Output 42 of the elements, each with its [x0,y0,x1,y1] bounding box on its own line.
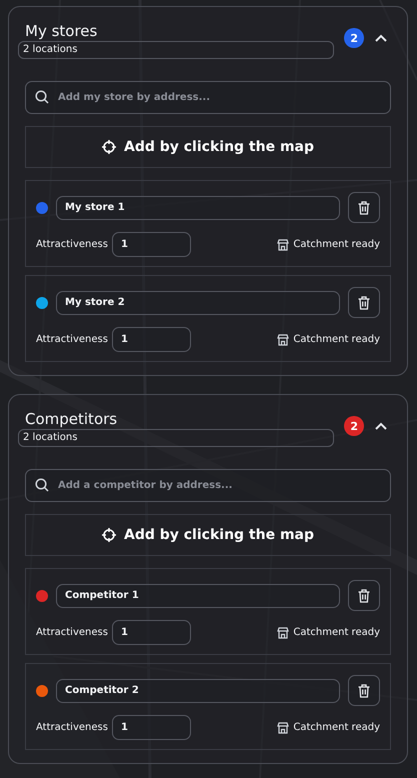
search-icon [35,90,49,104]
catchment-status: Catchment ready [293,239,380,250]
delete-button[interactable] [348,287,380,318]
trash-icon [358,588,370,602]
crosshair-icon [102,140,116,154]
store-icon [277,722,290,734]
delete-button[interactable] [348,580,380,611]
trash-icon [358,684,370,698]
attractiveness-field[interactable]: 1 [112,715,191,740]
chevron-icon [375,422,387,430]
attractiveness-field[interactable]: 1 [112,232,191,257]
attractiveness-label: Attractiveness [36,627,109,638]
section-title: Competitors [24,409,118,429]
section-title: My stores [24,21,98,41]
location-count: 2 locations [18,41,334,59]
trash-icon [358,296,370,310]
name-field[interactable]: Competitor 2 [56,678,340,702]
chevron-icon [375,34,387,42]
search-field[interactable]: Add a competitor by address... [25,469,391,502]
catchment-status: Catchment ready [293,722,380,733]
store-icon [277,334,290,346]
attractiveness-label: Attractiveness [36,334,109,345]
attractiveness-label: Attractiveness [36,722,109,733]
catchment-status: Catchment ready [293,627,380,638]
search-icon [35,478,49,492]
add-from-map-button[interactable]: Add by clicking the map [25,126,391,168]
search-field[interactable]: Add my store by address... [25,81,391,114]
name-field[interactable]: My store 1 [56,196,340,220]
catchment-status: Catchment ready [293,334,380,345]
trash-icon [358,200,370,214]
location-count: 2 locations [18,429,334,447]
add-from-map-button[interactable]: Add by clicking the map [25,514,391,556]
name-field[interactable]: My store 2 [56,290,340,314]
crosshair-icon [102,528,116,542]
attractiveness-field[interactable]: 1 [112,620,191,645]
attractiveness-field[interactable]: 1 [112,327,191,352]
attractiveness-label: Attractiveness [36,239,109,250]
store-icon [277,626,290,638]
name-field[interactable]: Competitor 1 [56,584,340,608]
delete-button[interactable] [348,675,380,706]
delete-button[interactable] [348,192,380,223]
store-icon [277,238,290,250]
